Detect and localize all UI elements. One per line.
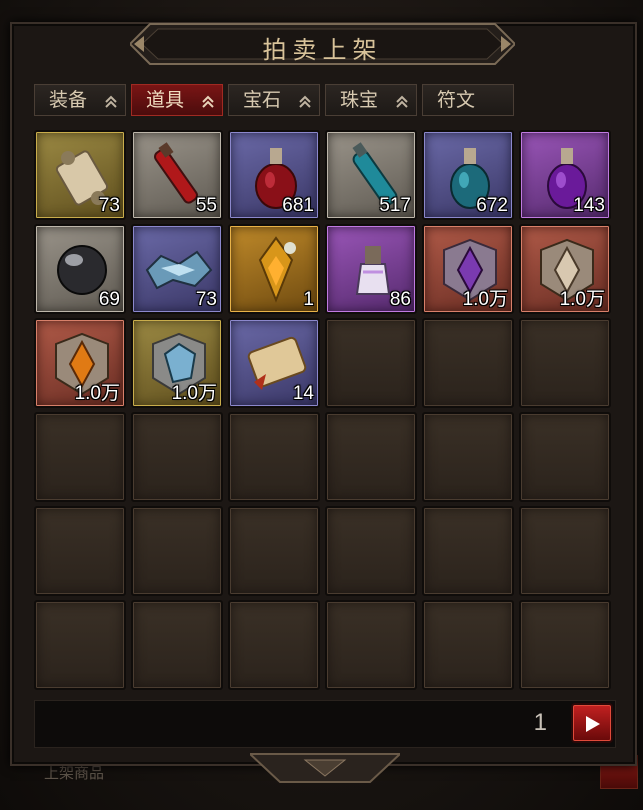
- item-quantity: 1.0万: [559, 289, 605, 310]
- item-slot[interactable]: 1: [228, 224, 320, 314]
- item-slot[interactable]: 69: [34, 224, 126, 314]
- item-slot[interactable]: 73: [34, 130, 126, 220]
- empty-slot[interactable]: [34, 506, 126, 596]
- tab-gems[interactable]: 宝石: [228, 84, 320, 116]
- item-slot[interactable]: 1.0万: [519, 224, 611, 314]
- title-plate: 拍卖上架: [130, 18, 515, 70]
- item-quantity: 1: [303, 289, 314, 310]
- item-slot[interactable]: 1.0万: [131, 318, 223, 408]
- tab-label: 道具: [146, 89, 185, 111]
- double-chevron-icon: [105, 95, 117, 108]
- empty-slot[interactable]: [422, 506, 514, 596]
- empty-slot[interactable]: [131, 600, 223, 690]
- empty-slot[interactable]: [519, 600, 611, 690]
- empty-slot[interactable]: [228, 600, 320, 690]
- item-slot[interactable]: 86: [325, 224, 417, 314]
- tab-label: 珠宝: [340, 89, 379, 111]
- empty-slot[interactable]: [325, 412, 417, 502]
- next-page-button[interactable]: [573, 705, 611, 741]
- double-chevron-icon: [299, 95, 311, 108]
- item-slot[interactable]: 681: [228, 130, 320, 220]
- item-quantity: 73: [98, 195, 120, 216]
- tab-label: 符文: [437, 89, 476, 111]
- page-number: 1: [533, 709, 547, 736]
- double-chevron-icon: [202, 95, 214, 108]
- item-quantity: 73: [195, 289, 217, 310]
- page-title: 拍卖上架: [262, 36, 383, 64]
- item-slot[interactable]: 1.0万: [34, 318, 126, 408]
- empty-slot[interactable]: [422, 412, 514, 502]
- empty-slot[interactable]: [228, 412, 320, 502]
- item-slot[interactable]: 143: [519, 130, 611, 220]
- empty-slot[interactable]: [325, 506, 417, 596]
- tab-jewelry[interactable]: 珠宝: [325, 84, 417, 116]
- item-quantity: 14: [292, 383, 314, 404]
- item-slot[interactable]: 14: [228, 318, 320, 408]
- empty-slot[interactable]: [519, 506, 611, 596]
- item-quantity: 1.0万: [171, 383, 217, 404]
- bottom-ornament-icon: [250, 753, 400, 783]
- empty-slot[interactable]: [34, 412, 126, 502]
- empty-slot[interactable]: [519, 412, 611, 502]
- empty-slot[interactable]: [325, 318, 417, 408]
- tab-equipment[interactable]: 装备: [34, 84, 126, 116]
- item-quantity: 517: [379, 195, 411, 216]
- empty-slot[interactable]: [519, 318, 611, 408]
- pager-bar: 1: [34, 700, 616, 748]
- item-quantity: 681: [282, 195, 314, 216]
- item-quantity: 143: [573, 195, 605, 216]
- empty-slot[interactable]: [34, 600, 126, 690]
- inventory-grid: 73 55 681 517 672 143 69 73 1 86 1.0万 1.0万 1.0万 1.0万 1…: [34, 130, 611, 694]
- empty-slot[interactable]: [422, 318, 514, 408]
- double-chevron-icon: [396, 95, 408, 108]
- item-quantity: 1.0万: [462, 289, 508, 310]
- item-quantity: 55: [195, 195, 217, 216]
- empty-slot[interactable]: [325, 600, 417, 690]
- item-slot[interactable]: 517: [325, 130, 417, 220]
- empty-slot[interactable]: [131, 506, 223, 596]
- item-quantity: 1.0万: [74, 383, 120, 404]
- empty-slot[interactable]: [422, 600, 514, 690]
- empty-slot[interactable]: [131, 412, 223, 502]
- play-arrow-icon: [586, 716, 600, 732]
- item-quantity: 86: [389, 289, 411, 310]
- empty-slot[interactable]: [228, 506, 320, 596]
- tab-items[interactable]: 道具: [131, 84, 223, 116]
- tab-label: 宝石: [243, 89, 282, 111]
- item-slot[interactable]: 55: [131, 130, 223, 220]
- item-quantity: 672: [476, 195, 508, 216]
- item-slot[interactable]: 1.0万: [422, 224, 514, 314]
- tab-label: 装备: [49, 89, 88, 111]
- item-slot[interactable]: 73: [131, 224, 223, 314]
- tab-runes[interactable]: 符文: [422, 84, 514, 116]
- item-quantity: 69: [98, 289, 120, 310]
- item-slot[interactable]: 672: [422, 130, 514, 220]
